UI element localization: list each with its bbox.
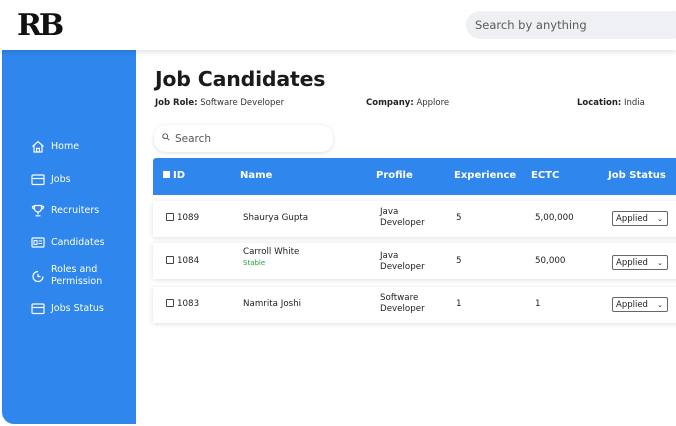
sidebar-item-label: Jobs: [51, 174, 71, 185]
row-checkbox[interactable]: [166, 256, 174, 264]
sidebar-item-label: Home: [51, 141, 80, 152]
search-placeholder: Search: [175, 132, 212, 145]
sidebar-item-jobs[interactable]: Jobs: [31, 173, 71, 186]
table-row[interactable]: 1084 Carroll White Stable Java Developer 5…: [153, 243, 676, 279]
clock-icon: [31, 270, 46, 283]
name-cell: Namrita Joshi: [243, 299, 302, 309]
sidebar-item-label: Recruiters: [51, 205, 100, 216]
profile-cell: Software Developer: [380, 293, 425, 314]
sidebar-item-label: Jobs Status: [51, 303, 104, 314]
experience-cell: 1: [456, 299, 462, 309]
ectc-cell: 50,000: [535, 256, 566, 266]
column-header-name[interactable]: Name: [240, 170, 272, 181]
job-role-info: Job Role: Software Developer: [155, 98, 284, 108]
row-checkbox[interactable]: [166, 213, 174, 221]
column-header-ectc[interactable]: ECTC: [531, 170, 559, 181]
location-value: India: [624, 98, 645, 108]
top-bar: RB: [0, 0, 676, 50]
sidebar-item-candidates[interactable]: Candidates: [31, 236, 105, 249]
job-role-label: Job Role:: [155, 98, 198, 108]
location-info: Location: India: [577, 98, 645, 108]
select-all-checkbox[interactable]: [163, 171, 170, 178]
sidebar-item-jobs-status[interactable]: Jobs Status: [31, 302, 104, 315]
sidebar-item-home[interactable]: Home: [31, 140, 79, 153]
sidebar-item-recruiters[interactable]: Recruiters: [31, 204, 99, 217]
company-value: Applore: [416, 98, 450, 108]
chevron-down-icon: ⌄: [657, 258, 663, 267]
table-row[interactable]: 1083 Namrita Joshi Software Developer 1 1…: [153, 287, 676, 323]
sidebar-item-roles-and-permission[interactable]: Roles and Permission: [31, 264, 121, 288]
location-label: Location:: [577, 98, 622, 108]
job-status-select[interactable]: Applied ⌄: [612, 255, 668, 270]
profile-cell: Java Developer: [380, 251, 425, 272]
name-cell: Shaurya Gupta: [243, 213, 309, 223]
company-label: Company:: [366, 98, 414, 108]
company-info: Company: Applore: [366, 98, 449, 108]
briefcase-icon: [31, 173, 46, 186]
row-checkbox[interactable]: [166, 299, 174, 307]
profile-cell: Java Developer: [380, 207, 425, 228]
search-icon: [162, 133, 170, 144]
id-cell: 1089: [166, 213, 199, 223]
chevron-down-icon: ⌄: [657, 300, 663, 309]
page-title: Job Candidates: [155, 67, 326, 91]
table-header: ID Name Profile Experience ECTC Job Stat…: [153, 158, 676, 195]
column-header-experience[interactable]: Experience: [454, 170, 516, 181]
sidebar-item-label: Roles and Permission: [51, 264, 103, 287]
trophy-icon: [31, 204, 46, 217]
chevron-down-icon: ⌄: [657, 214, 663, 223]
global-search-input[interactable]: [466, 11, 676, 39]
id-cell: 1083: [166, 299, 199, 309]
briefcase-icon: [31, 302, 46, 315]
table-row[interactable]: 1089 Shaurya Gupta Java Developer 5 5,00,…: [153, 201, 676, 237]
column-header-job-status[interactable]: Job Status: [608, 170, 666, 181]
ectc-cell: 5,00,000: [535, 213, 574, 223]
name-cell: Carroll White Stable: [243, 247, 300, 267]
id-card-icon: [31, 236, 46, 249]
table-search-input[interactable]: Search: [154, 125, 333, 152]
experience-cell: 5: [456, 213, 462, 223]
id-cell: 1084: [166, 256, 199, 266]
candidate-status-label: Stable: [243, 259, 266, 267]
app-logo[interactable]: RB: [17, 8, 64, 43]
job-role-value: Software Developer: [200, 98, 285, 108]
job-status-select[interactable]: Applied ⌄: [612, 297, 668, 312]
column-header-profile[interactable]: Profile: [376, 170, 413, 181]
sidebar: Home Jobs Recruiters Candidates Roles an…: [2, 50, 136, 424]
experience-cell: 5: [456, 256, 462, 266]
column-header-id[interactable]: ID: [163, 170, 185, 181]
ectc-cell: 1: [535, 299, 541, 309]
home-icon: [31, 140, 46, 153]
sidebar-item-label: Candidates: [51, 237, 105, 248]
job-status-select[interactable]: Applied ⌄: [612, 211, 668, 226]
